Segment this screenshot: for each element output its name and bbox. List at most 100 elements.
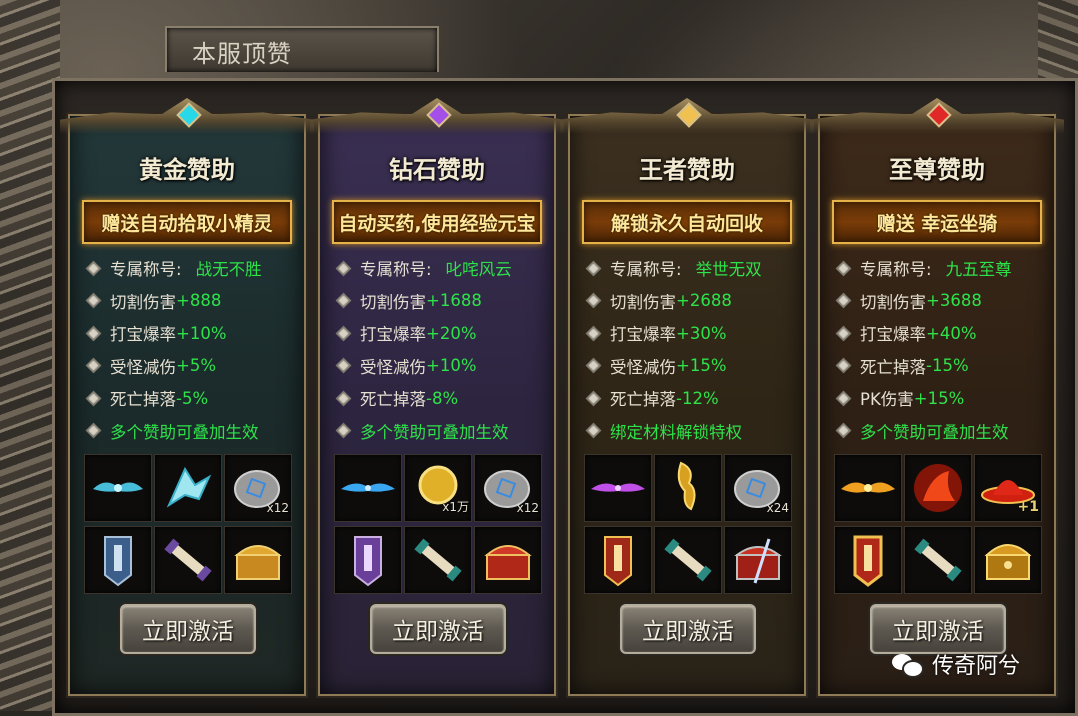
scroll-icon[interactable] xyxy=(904,526,972,594)
activate-button[interactable]: 立即激活 xyxy=(620,604,756,654)
attr-row: 死亡掉落 -8% xyxy=(335,382,548,415)
attr-note: 多个赞助可叠加生效 xyxy=(835,415,1048,448)
diamond-bullet-icon xyxy=(835,390,852,407)
card-banner: 解锁永久自动回收 xyxy=(582,200,792,244)
attr-note: 多个赞助可叠加生效 xyxy=(85,415,298,448)
purple-wings-icon[interactable] xyxy=(584,454,652,522)
card-banner: 赠送自动拾取小精灵 xyxy=(82,200,292,244)
card-banner: 赠送 幸运坐骑 xyxy=(832,200,1042,244)
banner-text: 解锁永久自动回收 xyxy=(610,212,763,235)
attr-label: 专属称号: xyxy=(860,260,932,280)
attr-row: 打宝爆率 +30% xyxy=(585,317,798,350)
item-qty: x12 xyxy=(266,501,289,515)
attr-row: 死亡掉落 -15% xyxy=(835,350,1048,383)
card-title: 至尊赞助 xyxy=(889,156,985,184)
attr-label: 切割伤害 xyxy=(360,292,426,312)
attr-label: 死亡掉落 xyxy=(360,390,426,410)
gold-dragon-pet-icon[interactable] xyxy=(654,454,722,522)
attr-row: 切割伤害 +2688 xyxy=(585,285,798,318)
diamond-bullet-icon xyxy=(335,357,352,374)
attr-title: 专属称号: 叱咤风云 xyxy=(335,252,548,285)
cyan-wings-icon[interactable] xyxy=(84,454,152,522)
attr-value: -5% xyxy=(176,388,209,408)
diamond-bullet-icon xyxy=(585,422,602,439)
attr-row: 切割伤害 +1688 xyxy=(335,285,548,318)
attr-row: 切割伤害 +3688 xyxy=(835,285,1048,318)
attr-row: 打宝爆率 +40% xyxy=(835,317,1048,350)
diamond-bullet-icon xyxy=(85,422,102,439)
attr-value: +2688 xyxy=(676,291,732,311)
scroll-icon[interactable] xyxy=(404,526,472,594)
dragon-ornament-left xyxy=(0,0,60,711)
diamond-bullet-icon xyxy=(85,260,102,277)
diamond-bullet-icon xyxy=(585,390,602,407)
attr-value: +1688 xyxy=(426,291,482,311)
reward-grid: +1 xyxy=(834,454,1044,594)
attr-row: 死亡掉落 -5% xyxy=(85,382,298,415)
diamond-bullet-icon xyxy=(85,357,102,374)
reward-grid: x12 xyxy=(84,454,294,594)
attr-value: 九五至尊 xyxy=(945,260,1012,280)
scroll-icon[interactable] xyxy=(654,526,722,594)
attr-row: 打宝爆率 +10% xyxy=(85,317,298,350)
attr-value: +20% xyxy=(426,323,477,343)
attr-row: 死亡掉落 -12% xyxy=(585,382,798,415)
sponsor-card-diamond: 钻石赞助 自动买药,使用经验元宝 专属称号: 叱咤风云 切割伤害 +1688 打宝爆… xyxy=(318,102,556,696)
attr-label: 受怪减伤 xyxy=(610,357,676,377)
rune-stone-icon[interactable]: x12 xyxy=(474,454,542,522)
attr-title: 专属称号: 九五至尊 xyxy=(835,252,1048,285)
activate-button[interactable]: 立即激活 xyxy=(870,604,1006,654)
card-title: 钻石赞助 xyxy=(389,156,485,184)
activate-button[interactable]: 立即激活 xyxy=(370,604,506,654)
gold-coin-icon[interactable]: x1万 xyxy=(404,454,472,522)
attribute-list: 专属称号: 举世无双 切割伤害 +2688 打宝爆率 +30% 受怪减伤 +15% 死亡… xyxy=(585,252,798,448)
diamond-bullet-icon xyxy=(335,292,352,309)
attr-value: 多个赞助可叠加生效 xyxy=(360,422,509,442)
attr-value: +888 xyxy=(176,291,222,311)
rune-stone-icon[interactable]: x12 xyxy=(224,454,292,522)
attribute-list: 专属称号: 战无不胜 切割伤害 +888 打宝爆率 +10% 受怪减伤 +5% 死亡掉落… xyxy=(85,252,298,448)
diamond-bullet-icon xyxy=(585,325,602,342)
attr-value: +3688 xyxy=(926,291,982,311)
cyan-dragon-pet-icon[interactable] xyxy=(154,454,222,522)
attr-label: 受怪减伤 xyxy=(360,357,426,377)
red-chest-icon[interactable] xyxy=(474,526,542,594)
attr-value: +15% xyxy=(913,388,965,408)
rune-stone-icon[interactable]: x24 xyxy=(724,454,792,522)
attr-label: 专属称号: xyxy=(110,260,182,280)
red-gold-badge-icon[interactable] xyxy=(834,526,902,594)
attribute-list: 专属称号: 九五至尊 切割伤害 +3688 打宝爆率 +40% 死亡掉落 -15% PK… xyxy=(835,252,1048,448)
red-sword-chest-icon[interactable] xyxy=(724,526,792,594)
attr-value: +15% xyxy=(676,356,727,376)
flame-wings-icon[interactable] xyxy=(834,454,902,522)
attr-label: 死亡掉落 xyxy=(610,390,676,410)
attr-note: 绑定材料解锁特权 xyxy=(585,415,798,448)
gold-chest-icon[interactable] xyxy=(224,526,292,594)
activate-button[interactable]: 立即激活 xyxy=(120,604,256,654)
attr-value: -12% xyxy=(676,388,719,408)
red-hat-icon[interactable]: +1 xyxy=(974,454,1042,522)
blue-wings-icon[interactable] xyxy=(334,454,402,522)
sponsor-card-gold: 黄金赞助 赠送自动拾取小精灵 专属称号: 战无不胜 切割伤害 +888 打宝爆率 +1… xyxy=(68,102,306,696)
attr-value: -15% xyxy=(926,356,969,376)
item-qty: x24 xyxy=(766,501,789,515)
diamond-bullet-icon xyxy=(335,390,352,407)
diamond-bullet-icon xyxy=(835,325,852,342)
attr-label: 切割伤害 xyxy=(860,292,926,312)
gold-ornate-chest-icon[interactable] xyxy=(974,526,1042,594)
gem-icon xyxy=(176,102,202,128)
attr-value: 战无不胜 xyxy=(195,260,262,280)
attr-row: 受怪减伤 +15% xyxy=(585,350,798,383)
attr-note: 多个赞助可叠加生效 xyxy=(335,415,548,448)
banner-text: 自动买药,使用经验元宝 xyxy=(338,212,536,235)
diamond-bullet-icon xyxy=(835,260,852,277)
fire-mount-icon[interactable] xyxy=(904,454,972,522)
diamond-bullet-icon xyxy=(335,422,352,439)
attr-row: 打宝爆率 +20% xyxy=(335,317,548,350)
blue-shield-badge-icon[interactable] xyxy=(84,526,152,594)
attr-label: 死亡掉落 xyxy=(860,357,926,377)
scroll-icon[interactable] xyxy=(154,526,222,594)
purple-shield-badge-icon[interactable] xyxy=(334,526,402,594)
gold-shield-badge-icon[interactable] xyxy=(584,526,652,594)
card-title: 王者赞助 xyxy=(639,156,735,184)
